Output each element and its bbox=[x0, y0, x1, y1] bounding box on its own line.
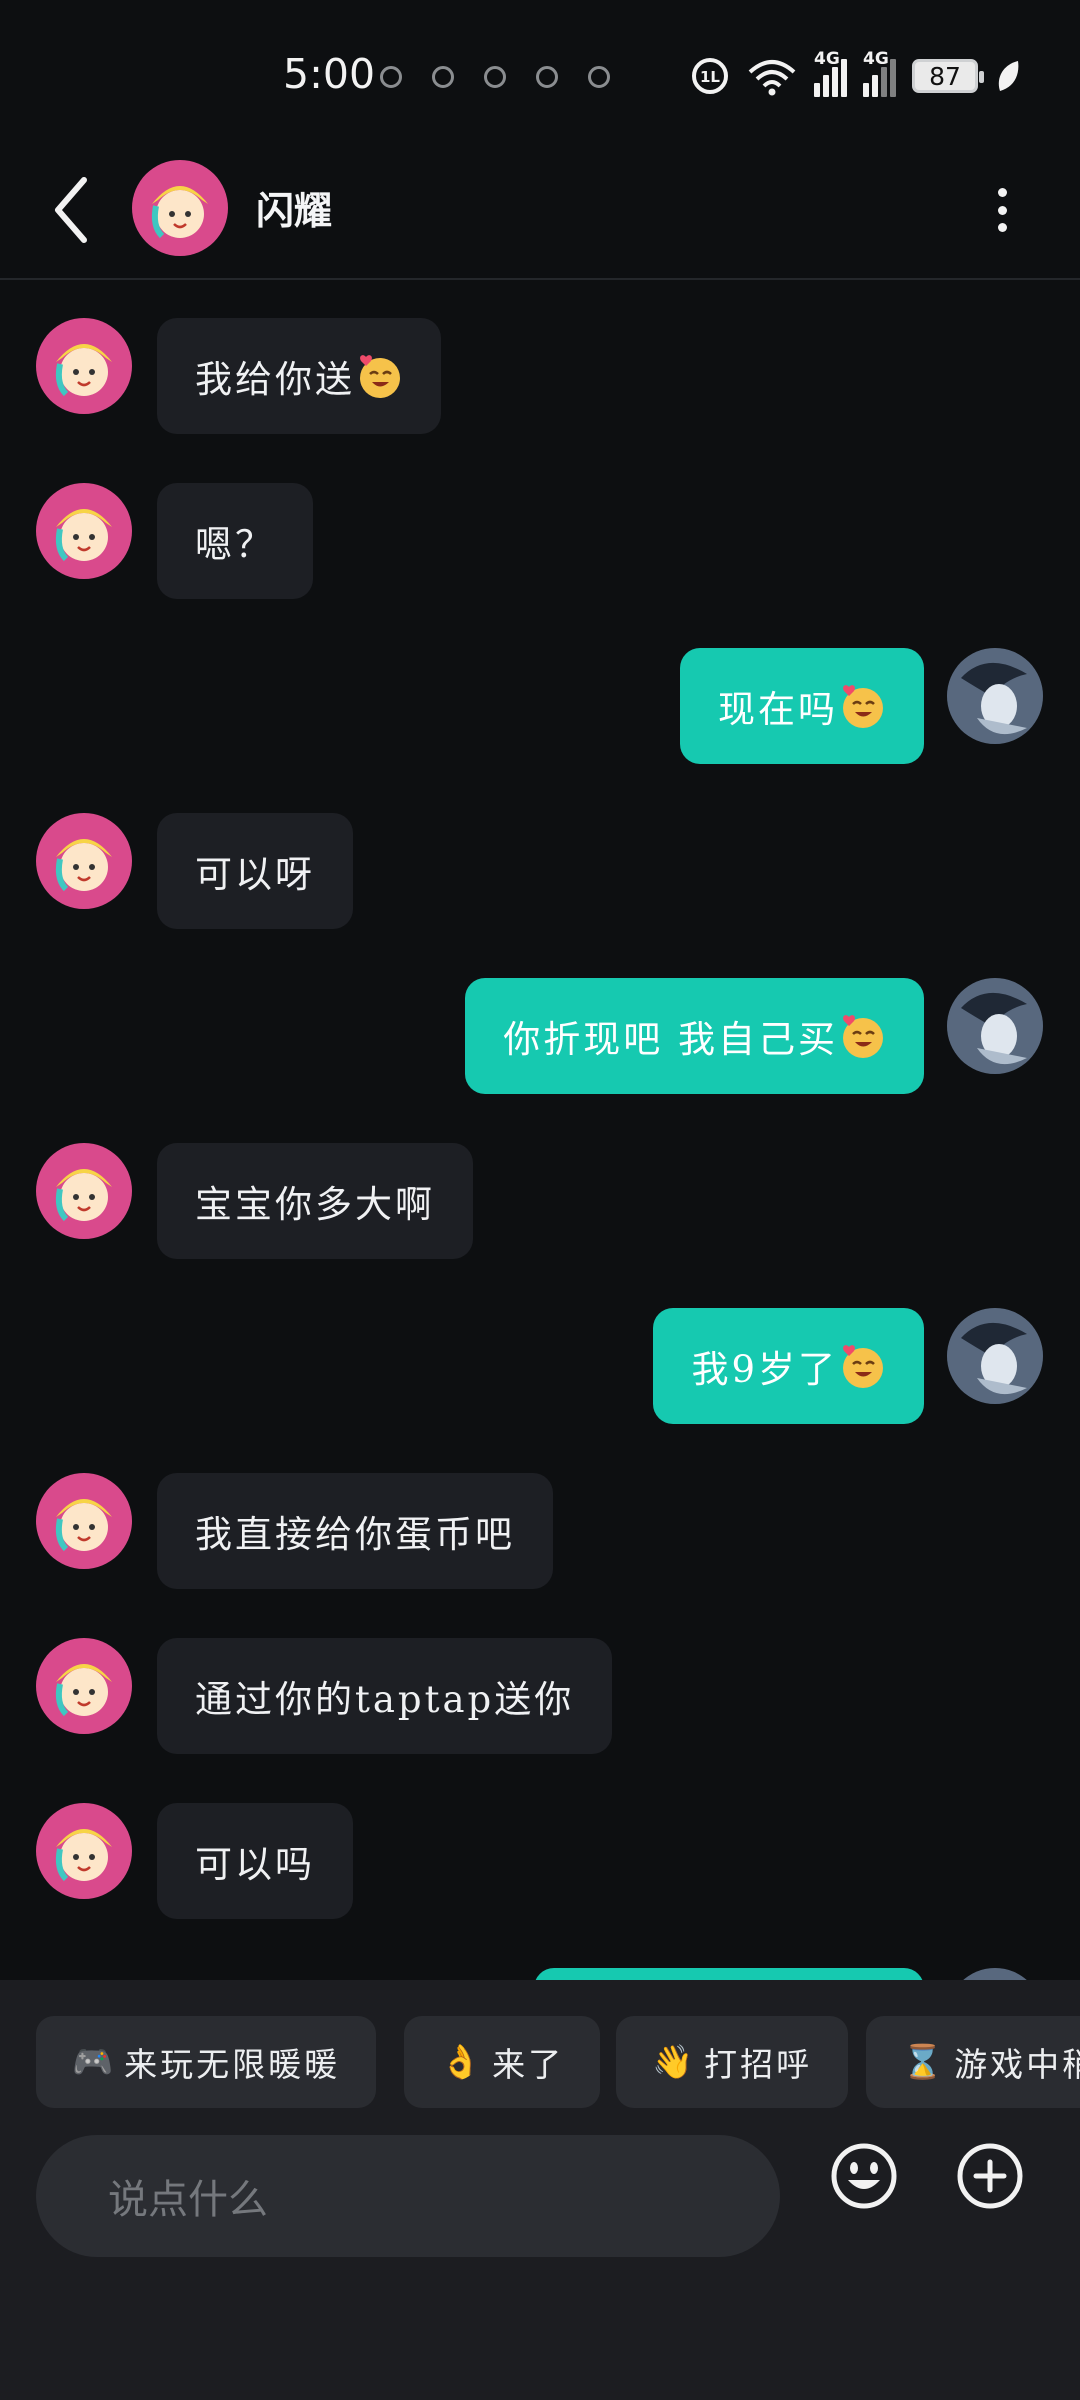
cell-signal-2-icon: 4G bbox=[863, 49, 896, 97]
message-row: 我给你送 bbox=[0, 318, 1080, 436]
contact-avatar[interactable] bbox=[36, 483, 132, 579]
contact-avatar[interactable] bbox=[36, 1143, 132, 1239]
wifi-icon bbox=[748, 60, 796, 96]
contact-avatar[interactable] bbox=[36, 1638, 132, 1734]
message-text: 你折现吧 我自己买 bbox=[503, 1018, 838, 1061]
quick-reply-chip[interactable]: 👋 打招呼 bbox=[616, 2016, 849, 2108]
notification-icon bbox=[536, 66, 558, 88]
message-text: 通过你的taptap送你 bbox=[195, 1678, 575, 1721]
message-input[interactable]: 说点什么 bbox=[36, 2135, 780, 2257]
message-text: 宝宝你多大啊 bbox=[195, 1183, 435, 1226]
message-row: 我直接给你蛋币吧 bbox=[0, 1473, 1080, 1591]
message-bubble[interactable]: 我9岁了 bbox=[653, 1308, 924, 1424]
add-icon[interactable] bbox=[956, 2142, 1024, 2210]
contact-avatar[interactable] bbox=[36, 813, 132, 909]
message-row: 通过你的taptap送你 bbox=[0, 1638, 1080, 1756]
message-bubble[interactable]: 通过你的taptap送你 bbox=[157, 1638, 613, 1754]
cell-signal-1-icon: 4G bbox=[814, 49, 847, 97]
message-row: 你折现吧 我自己买 bbox=[0, 978, 1080, 1096]
battery-level: 87 bbox=[929, 61, 961, 91]
message-text: 可以吗 bbox=[195, 1843, 315, 1886]
ok-hand-icon: 👌 bbox=[440, 2042, 485, 2081]
more-options-icon[interactable] bbox=[980, 180, 1024, 240]
chat-header: 闪耀 bbox=[0, 140, 1080, 280]
message-row: 嗯？ bbox=[0, 483, 1080, 601]
message-input-placeholder: 说点什么 bbox=[108, 2177, 268, 2223]
message-text: 我给你送 bbox=[195, 358, 355, 401]
quick-reply-label: 来了 bbox=[492, 2045, 565, 2084]
message-bubble[interactable]: 我给你送 bbox=[157, 318, 441, 434]
quick-reply-label: 来玩无限暖暖 bbox=[124, 2045, 341, 2084]
my-avatar[interactable] bbox=[947, 648, 1043, 744]
composer-panel: 🎮 来玩无限暖暖 👌 来了 👋 打招呼 ⌛ 游戏中稍 说点什么 bbox=[0, 1980, 1080, 2400]
qq-icon bbox=[432, 66, 454, 88]
quick-reply-row[interactable]: 🎮 来玩无限暖暖 👌 来了 👋 打招呼 ⌛ 游戏中稍 bbox=[0, 2016, 1080, 2108]
back-icon[interactable] bbox=[40, 170, 110, 250]
system-indicators: 1L 4G 4G 87 bbox=[690, 49, 1022, 97]
message-bubble[interactable]: 可以吗 bbox=[157, 1803, 353, 1919]
notification-icon bbox=[484, 66, 506, 88]
quick-reply-label: 游戏中稍 bbox=[954, 2045, 1080, 2084]
my-avatar[interactable] bbox=[947, 1968, 1043, 1980]
status-time: 5:00 bbox=[283, 50, 376, 98]
message-bubble[interactable]: 宝宝你多大啊 bbox=[157, 1143, 473, 1259]
hourglass-icon: ⌛ bbox=[902, 2042, 947, 2081]
message-row: 可以呀 bbox=[0, 813, 1080, 931]
svg-text:1L: 1L bbox=[700, 68, 720, 86]
gamepad-icon: 🎮 bbox=[72, 2042, 117, 2081]
quick-reply-label: 打招呼 bbox=[704, 2045, 813, 2084]
contact-avatar[interactable] bbox=[36, 318, 132, 414]
battery-icon: 87 bbox=[912, 59, 984, 93]
kissing-heart-emoji-icon bbox=[841, 683, 885, 729]
wave-hand-icon: 👋 bbox=[652, 2042, 697, 2081]
contact-name[interactable]: 闪耀 bbox=[256, 180, 332, 235]
message-bubble[interactable]: 你折现吧 我自己买 bbox=[465, 978, 924, 1094]
my-avatar[interactable] bbox=[947, 978, 1043, 1074]
contact-avatar[interactable] bbox=[132, 160, 228, 256]
message-list[interactable]: 我给你送 嗯？ 现在吗 可以呀 你折现吧 我自己买 宝宝你多大啊 我9岁了 我直… bbox=[0, 282, 1080, 1980]
message-bubble[interactable]: 嗯？ bbox=[157, 483, 313, 599]
message-bubble[interactable]: 我直接给你蛋币吧 bbox=[157, 1473, 553, 1589]
status-bar: 5:00 1L 4G 4G 87 bbox=[0, 0, 1080, 140]
notification-icon bbox=[588, 66, 610, 88]
kissing-heart-emoji-icon bbox=[358, 353, 402, 399]
my-avatar[interactable] bbox=[947, 1308, 1043, 1404]
quick-reply-chip[interactable]: 👌 来了 bbox=[404, 2016, 601, 2108]
message-row: 宝宝你多大啊 bbox=[0, 1143, 1080, 1261]
quick-reply-chip[interactable]: ⌛ 游戏中稍 bbox=[866, 2016, 1080, 2108]
message-text: 我直接给你蛋币吧 bbox=[195, 1513, 515, 1556]
message-bubble[interactable] bbox=[534, 1968, 924, 1980]
message-text: 可以呀 bbox=[195, 853, 315, 896]
message-text: 现在吗 bbox=[718, 688, 838, 731]
notification-icon bbox=[380, 66, 402, 88]
kissing-heart-emoji-icon bbox=[841, 1013, 885, 1059]
message-row: 现在吗 bbox=[0, 648, 1080, 766]
hd-call-icon: 1L bbox=[692, 58, 728, 94]
kissing-heart-emoji-icon bbox=[841, 1343, 885, 1389]
emoji-icon[interactable] bbox=[830, 2142, 898, 2210]
message-row-partial bbox=[0, 1968, 1080, 1980]
contact-avatar[interactable] bbox=[36, 1803, 132, 1899]
message-text: 我9岁了 bbox=[691, 1348, 838, 1391]
message-row: 可以吗 bbox=[0, 1803, 1080, 1921]
message-text: 嗯？ bbox=[195, 523, 275, 566]
leaf-icon bbox=[998, 61, 1019, 91]
quick-reply-chip[interactable]: 🎮 来玩无限暖暖 bbox=[36, 2016, 377, 2108]
message-bubble[interactable]: 可以呀 bbox=[157, 813, 353, 929]
notification-icons bbox=[380, 66, 610, 88]
message-row: 我9岁了 bbox=[0, 1308, 1080, 1426]
message-bubble[interactable]: 现在吗 bbox=[680, 648, 924, 764]
contact-avatar[interactable] bbox=[36, 1473, 132, 1569]
